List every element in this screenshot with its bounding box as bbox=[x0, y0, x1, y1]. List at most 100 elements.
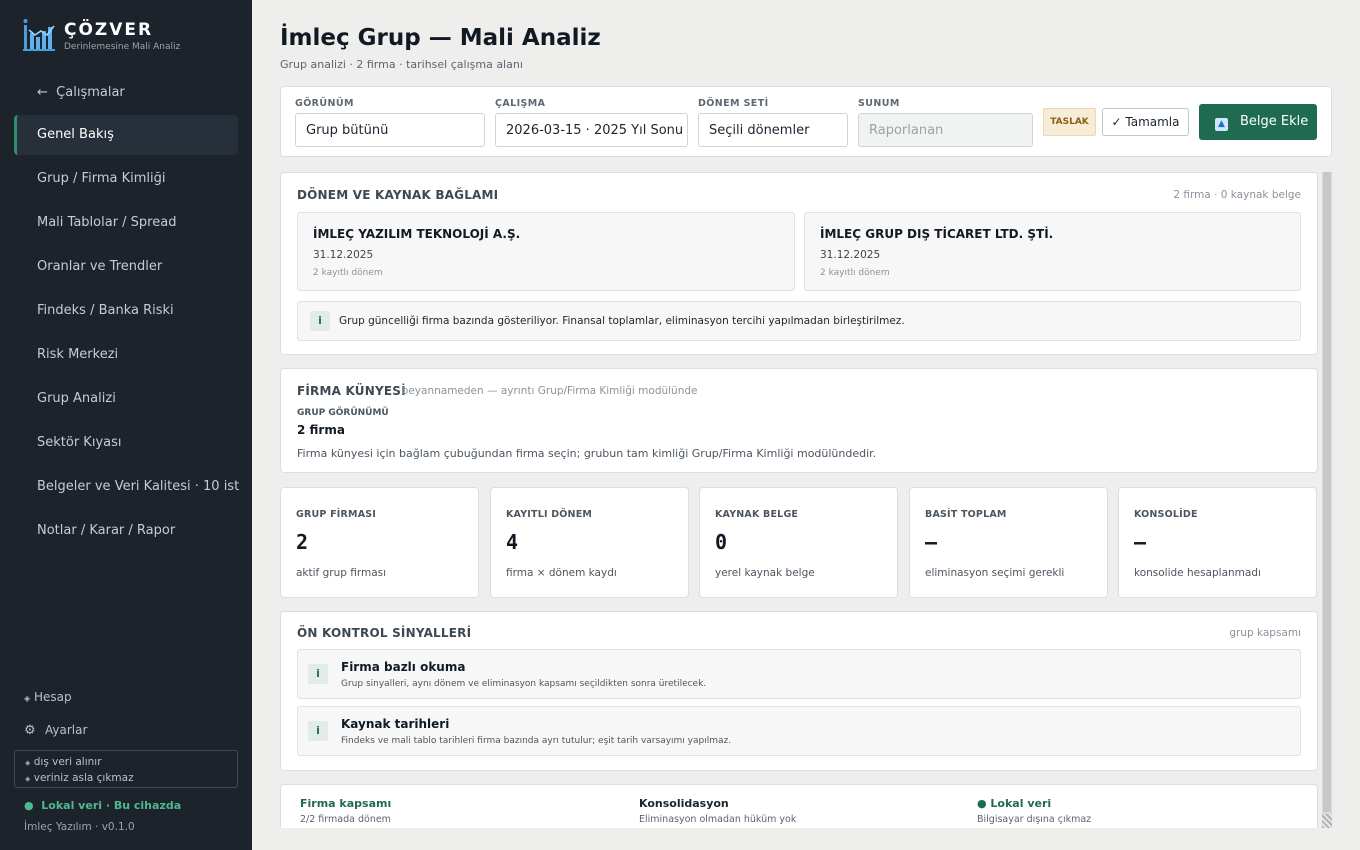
stat-value: 0 bbox=[715, 530, 728, 554]
stat-desc: konsolide hesaplanmadı bbox=[1134, 567, 1261, 579]
firm-name: İMLEÇ GRUP DIŞ TİCARET LTD. ŞTİ. bbox=[820, 227, 1054, 241]
diamond-icon: ◈ bbox=[25, 759, 31, 767]
arrow-left-icon: ← bbox=[37, 85, 48, 100]
stat-card-consolidated: KONSOLİDE — konsolide hesaplanmadı bbox=[1118, 487, 1317, 598]
scrollbar-thumb[interactable] bbox=[1323, 172, 1331, 812]
status-dot-icon: ● bbox=[24, 799, 34, 812]
presentation-select[interactable]: Raporlanan bbox=[858, 113, 1033, 147]
group-currency-note-text: Grup güncelliği firma bazında gösteriliy… bbox=[339, 315, 905, 327]
firm-card[interactable]: İMLEÇ GRUP DIŞ TİCARET LTD. ŞTİ. 31.12.2… bbox=[804, 212, 1301, 291]
stat-label: KAYITLI DÖNEM bbox=[506, 509, 593, 520]
bottom-band bbox=[252, 828, 1360, 850]
signal-item: i Kaynak tarihleri Findeks ve mali tablo… bbox=[297, 706, 1301, 756]
stat-value: — bbox=[925, 530, 938, 554]
signal-item: i Firma bazlı okuma Grup sinyalleri, ayn… bbox=[297, 649, 1301, 699]
footer-firm-scope-title: Firma kapsamı bbox=[300, 797, 392, 810]
info-icon: i bbox=[310, 311, 330, 331]
footer-consolidation-title: Konsolidasyon bbox=[639, 797, 729, 810]
settings-label: Ayarlar bbox=[45, 723, 88, 737]
draft-badge: TASLAK bbox=[1043, 108, 1096, 136]
period-context-title: DÖNEM VE KAYNAK BAĞLAMI bbox=[297, 188, 499, 202]
firm-profile-meta: · beyannameden — ayrıntı Grup/Firma Kiml… bbox=[395, 385, 698, 397]
nav-item-grup-analizi[interactable]: Grup Analizi bbox=[14, 379, 238, 419]
footer-consolidation-sub: Eliminasyon olmadan hüküm yok bbox=[639, 814, 797, 825]
stat-desc: firma × dönem kaydı bbox=[506, 567, 617, 579]
firm-date: 31.12.2025 bbox=[313, 249, 374, 261]
footer-local-data-sub: Bilgisayar dışına çıkmaz bbox=[977, 814, 1092, 825]
stat-card-periods: KAYITLI DÖNEM 4 firma × dönem kaydı bbox=[490, 487, 689, 598]
stat-value: 2 bbox=[296, 530, 309, 554]
complete-label: Tamamla bbox=[1125, 115, 1180, 129]
view-label: GÖRÜNÜM bbox=[295, 98, 354, 109]
account-link[interactable]: ◈ Hesap bbox=[24, 690, 72, 704]
back-to-studies-link[interactable]: ← Çalışmalar bbox=[37, 85, 125, 100]
stat-label: GRUP FİRMASI bbox=[296, 509, 377, 520]
complete-button[interactable]: ✓ Tamamla bbox=[1102, 108, 1189, 136]
privacy-line: ◈ veriniz asla çıkmaz bbox=[25, 771, 237, 787]
signals-title: ÖN KONTROL SİNYALLERİ bbox=[297, 626, 472, 640]
diamond-icon: ◈ bbox=[24, 694, 31, 703]
privacy-line: ◈ dış veri alınır bbox=[25, 755, 237, 771]
privacy-line-text: dış veri alınır bbox=[33, 756, 102, 768]
stat-label: KONSOLİDE bbox=[1134, 509, 1198, 520]
account-label: Hesap bbox=[33, 690, 72, 704]
nav-item-notlar[interactable]: Notlar / Karar / Rapor bbox=[14, 511, 238, 551]
group-view-value: 2 firma bbox=[297, 423, 345, 437]
period-set-select[interactable]: Seçili dönemler bbox=[698, 113, 848, 147]
stat-desc: eliminasyon seçimi gerekli bbox=[925, 567, 1065, 579]
nav-item-belgeler[interactable]: Belgeler ve Veri Kalitesi · 10 ist bbox=[14, 467, 239, 507]
firm-periods: 2 kayıtlı dönem bbox=[313, 268, 383, 278]
period-set-label: DÖNEM SETİ bbox=[698, 98, 769, 109]
stat-card-simple-total: BASİT TOPLAM — eliminasyon seçimi gerekl… bbox=[909, 487, 1108, 598]
back-link-label: Çalışmalar bbox=[56, 85, 125, 100]
content-scrollbar[interactable] bbox=[1322, 172, 1332, 828]
add-document-button[interactable]: ▲ Belge Ekle bbox=[1199, 104, 1317, 140]
firm-profile-help: Firma künyesi için bağlam çubuğundan fir… bbox=[297, 447, 877, 460]
gear-icon: ⚙ bbox=[24, 723, 36, 738]
checkmark-icon: ✓ bbox=[1111, 115, 1122, 129]
info-icon: i bbox=[308, 664, 328, 684]
firm-periods: 2 kayıtlı dönem bbox=[820, 268, 890, 278]
firm-card[interactable]: İMLEÇ YAZILIM TEKNOLOJİ A.Ş. 31.12.2025 … bbox=[297, 212, 795, 291]
brand-tagline: Derinlemesine Mali Analiz bbox=[64, 42, 181, 52]
stat-value: 4 bbox=[506, 530, 519, 554]
page-subtitle: Grup analizi · 2 firma · tarihsel çalışm… bbox=[280, 58, 523, 71]
study-select[interactable]: 2026-03-15 · 2025 Yıl Sonu bbox=[495, 113, 688, 147]
signal-desc: Findeks ve mali tablo tarihleri firma ba… bbox=[341, 736, 732, 746]
group-currency-note: i Grup güncelliği firma bazında gösteril… bbox=[297, 301, 1301, 341]
stat-card-group-firms: GRUP FİRMASI 2 aktif grup firması bbox=[280, 487, 479, 598]
footer-local-data-title: ● Lokal veri bbox=[977, 797, 1052, 810]
settings-link[interactable]: ⚙ Ayarlar bbox=[24, 723, 87, 738]
info-icon: i bbox=[308, 721, 328, 741]
nav-item-mali-tablolar[interactable]: Mali Tablolar / Spread bbox=[14, 203, 238, 243]
footer-strip bbox=[280, 784, 1318, 828]
group-view-label: GRUP GÖRÜNÜMÜ bbox=[297, 408, 389, 418]
add-document-label: Belge Ekle bbox=[1240, 114, 1309, 129]
sidebar: ÇÖZVER Derinlemesine Mali Analiz ← Çalış… bbox=[0, 0, 252, 850]
cozver-logo-icon bbox=[23, 19, 55, 51]
view-select[interactable]: Grup bütünü bbox=[295, 113, 485, 147]
nav-item-genel-bakis[interactable]: Genel Bakış bbox=[14, 115, 238, 155]
firm-profile-title: FİRMA KÜNYESİ bbox=[297, 384, 406, 398]
stat-card-source-docs: KAYNAK BELGE 0 yerel kaynak belge bbox=[699, 487, 898, 598]
diamond-icon: ◈ bbox=[25, 775, 31, 783]
privacy-note: ◈ dış veri alınır ◈ veriniz asla çıkmaz bbox=[14, 750, 238, 788]
stat-label: BASİT TOPLAM bbox=[925, 509, 1007, 520]
app-version: İmleç Yazılım · v0.1.0 bbox=[24, 821, 135, 833]
stat-desc: aktif grup firması bbox=[296, 567, 387, 579]
local-status-label: Lokal veri · Bu cihazda bbox=[41, 799, 182, 812]
presentation-label: SUNUM bbox=[858, 98, 900, 109]
stat-label: KAYNAK BELGE bbox=[715, 509, 799, 520]
nav-item-risk-merkezi[interactable]: Risk Merkezi bbox=[14, 335, 238, 375]
nav-item-oranlar-trendler[interactable]: Oranlar ve Trendler bbox=[14, 247, 238, 287]
nav-item-grup-firma-kimligi[interactable]: Grup / Firma Kimliği bbox=[14, 159, 238, 199]
sidebar-nav: Genel Bakış Grup / Firma Kimliği Mali Ta… bbox=[14, 115, 239, 555]
resize-grip-icon bbox=[1322, 814, 1332, 828]
nav-item-sektor-kiyasi[interactable]: Sektör Kıyası bbox=[14, 423, 238, 463]
study-label: ÇALIŞMA bbox=[495, 98, 546, 109]
period-context-meta: 2 firma · 0 kaynak belge bbox=[1173, 189, 1301, 201]
signal-title: Firma bazlı okuma bbox=[341, 660, 466, 674]
privacy-line-text: veriniz asla çıkmaz bbox=[33, 772, 134, 784]
signal-title: Kaynak tarihleri bbox=[341, 717, 450, 731]
nav-item-findeks[interactable]: Findeks / Banka Riski bbox=[14, 291, 238, 331]
